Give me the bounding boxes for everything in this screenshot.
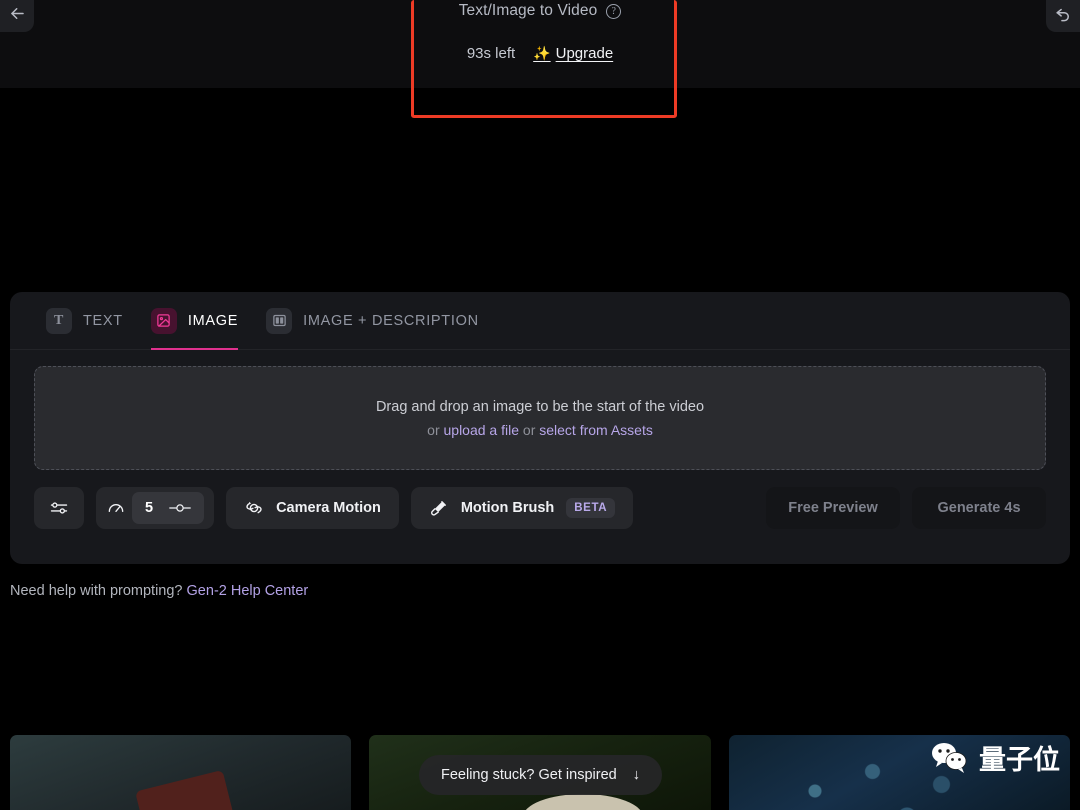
gauge-icon [106, 498, 126, 518]
image-drop-zone[interactable]: Drag and drop an image to be the start o… [34, 366, 1046, 470]
header-center: Text/Image to Video ? 93s left ✨ Upgrade [0, 0, 1080, 62]
drop-zone-or-2: or [519, 422, 539, 438]
motion-brush-button[interactable]: Motion Brush BETA [411, 487, 633, 529]
brush-icon [429, 498, 449, 518]
duration-control[interactable]: 5 [96, 487, 214, 529]
duration-stepper[interactable]: 5 [132, 492, 204, 524]
sliders-icon [49, 498, 69, 518]
drop-zone-or-1: or [427, 422, 443, 438]
page-title-row: Text/Image to Video ? [459, 2, 622, 20]
image-description-icon [266, 308, 292, 334]
drop-zone-secondary-text: or upload a file or select from Assets [427, 422, 653, 438]
time-left-label: 93s left [467, 45, 515, 62]
get-inspired-button[interactable]: Feeling stuck? Get inspired ↓ [419, 755, 662, 795]
top-bar: Text/Image to Video ? 93s left ✨ Upgrade [0, 0, 1080, 88]
camera-motion-label: Camera Motion [276, 500, 381, 516]
credits-row: 93s left ✨ Upgrade [0, 45, 1080, 62]
generation-toolbar: 5 Camera Motion [10, 487, 1070, 529]
image-icon [151, 308, 177, 334]
tab-image-description-label: IMAGE + DESCRIPTION [303, 313, 479, 329]
text-icon: T [46, 308, 72, 334]
free-preview-label: Free Preview [788, 500, 877, 516]
tab-text-label: TEXT [83, 313, 123, 329]
page-title: Text/Image to Video [459, 2, 598, 20]
tab-image-description[interactable]: IMAGE + DESCRIPTION [252, 292, 493, 350]
settings-button[interactable] [34, 487, 84, 529]
get-inspired-label: Feeling stuck? Get inspired [441, 767, 617, 783]
gallery-thumb-1[interactable] [10, 735, 351, 810]
select-assets-link[interactable]: select from Assets [539, 422, 653, 438]
generate-button[interactable]: Generate 4s [912, 487, 1046, 529]
image-description-icon-glyph [272, 313, 287, 328]
help-row: Need help with prompting? Gen-2 Help Cen… [10, 583, 308, 599]
watermark-text: 量子位 [979, 738, 1060, 777]
generation-panel: T TEXT IMAGE IMAGE + DESCRIPTION [10, 292, 1070, 564]
wechat-icon [930, 742, 970, 774]
tab-image-label: IMAGE [188, 313, 238, 329]
sparkle-icon: ✨ [533, 45, 550, 62]
upgrade-link[interactable]: ✨ Upgrade [533, 45, 613, 62]
generate-label: Generate 4s [937, 500, 1020, 516]
orbit-icon [244, 498, 264, 518]
arrow-down-icon: ↓ [633, 767, 640, 783]
help-center-link[interactable]: Gen-2 Help Center [187, 583, 309, 599]
free-preview-button[interactable]: Free Preview [766, 487, 900, 529]
drop-zone-primary-text: Drag and drop an image to be the start o… [376, 399, 704, 415]
watermark: 量子位 [930, 738, 1060, 777]
tab-image[interactable]: IMAGE [137, 292, 252, 350]
upgrade-label: Upgrade [556, 45, 614, 62]
tab-text[interactable]: T TEXT [32, 292, 137, 350]
upload-file-link[interactable]: upload a file [444, 422, 520, 438]
mode-tabs: T TEXT IMAGE IMAGE + DESCRIPTION [10, 292, 1070, 350]
slider-handle-icon [169, 501, 191, 515]
beta-badge: BETA [566, 498, 615, 518]
help-text: Need help with prompting? [10, 583, 187, 599]
duration-value: 5 [145, 500, 153, 516]
help-icon[interactable]: ? [606, 4, 621, 19]
text-icon-glyph: T [54, 313, 64, 329]
camera-motion-button[interactable]: Camera Motion [226, 487, 399, 529]
image-icon-glyph [156, 313, 171, 328]
app-root: Text/Image to Video ? 93s left ✨ Upgrade… [0, 0, 1080, 810]
motion-brush-label: Motion Brush [461, 500, 554, 516]
